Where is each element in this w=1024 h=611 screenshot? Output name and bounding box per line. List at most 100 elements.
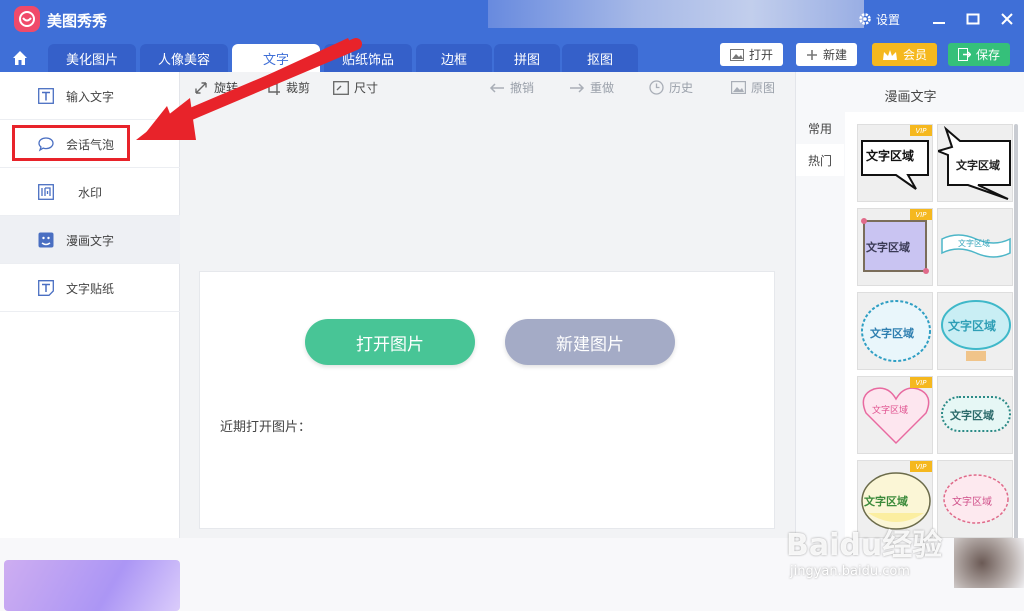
original-button[interactable]: 原图 bbox=[731, 79, 775, 96]
sticker-item[interactable]: 文字区域 bbox=[937, 124, 1013, 202]
maximize-button[interactable] bbox=[956, 0, 990, 38]
sticker-text: 文字区域 bbox=[864, 495, 908, 508]
sticker-text: 文字区域 bbox=[950, 409, 994, 422]
tab-portrait[interactable]: 人像美容 bbox=[140, 44, 228, 72]
new-image-button[interactable]: 新建图片 bbox=[505, 319, 675, 365]
baidu-watermark: Baidu经验 jingyan.baidu.com bbox=[786, 520, 942, 579]
sidebar-item-label: 水印 bbox=[78, 186, 103, 200]
sticker-item[interactable]: 文字区域 bbox=[857, 292, 933, 370]
history-label: 历史 bbox=[669, 81, 694, 95]
image-icon bbox=[731, 81, 746, 94]
title-bar: 美图秀秀 设置 bbox=[0, 0, 1024, 38]
blurred-thumbnail bbox=[954, 538, 1024, 588]
history-button[interactable]: 历史 bbox=[649, 79, 693, 96]
sticker-text: 文字区域 bbox=[948, 319, 997, 333]
clock-icon bbox=[649, 80, 664, 95]
minimize-icon bbox=[933, 22, 945, 24]
watermark-sub: jingyan.baidu.com bbox=[790, 564, 910, 579]
undo-button[interactable]: 撤销 bbox=[489, 79, 534, 96]
close-icon bbox=[1001, 13, 1013, 25]
app-logo-icon bbox=[14, 6, 40, 32]
text-sticker-icon bbox=[38, 280, 54, 296]
comic-text-panel: 漫画文字 常用 热门 VIP 文字区域 文字区域 VIP 文字区域 文字区域 文… bbox=[795, 72, 1024, 544]
open-image-button[interactable]: 打开图片 bbox=[305, 319, 475, 365]
home-button[interactable] bbox=[8, 46, 32, 70]
open-label: 打开 bbox=[749, 48, 774, 62]
crop-button[interactable]: 裁剪 bbox=[265, 79, 310, 96]
sticker-item[interactable]: 文字区域 bbox=[937, 292, 1013, 370]
redo-button[interactable]: 重做 bbox=[569, 79, 614, 96]
watermark-icon bbox=[38, 184, 54, 200]
sticker-item[interactable]: VIP 文字区域 bbox=[857, 376, 933, 454]
redo-label: 重做 bbox=[590, 81, 615, 95]
tab-hot[interactable]: 热门 bbox=[796, 144, 844, 176]
sticker-grid: VIP 文字区域 文字区域 VIP 文字区域 文字区域 文字区域 文字区域 VI… bbox=[845, 112, 1024, 538]
minimize-button[interactable] bbox=[922, 0, 956, 38]
rotate-icon bbox=[195, 81, 207, 94]
save-label: 保存 bbox=[976, 48, 1001, 62]
undo-label: 撤销 bbox=[510, 81, 535, 95]
image-icon bbox=[730, 48, 744, 61]
gear-icon bbox=[859, 13, 871, 25]
save-button[interactable]: 保存 bbox=[948, 43, 1011, 66]
sticker-item[interactable]: VIP 文字区域 bbox=[857, 124, 933, 202]
sidebar-item-label: 输入文字 bbox=[66, 90, 115, 104]
sticker-text: 文字区域 bbox=[952, 497, 992, 508]
tab-text[interactable]: 文字 bbox=[232, 44, 320, 72]
edit-toolbar: 旋转 裁剪 尺寸 撤销 重做 历史 原图 bbox=[181, 72, 795, 102]
tab-common[interactable]: 常用 bbox=[796, 112, 844, 144]
new-label: 新建 bbox=[823, 48, 848, 62]
panel-scrollbar[interactable] bbox=[1014, 124, 1018, 544]
crop-icon bbox=[266, 80, 280, 95]
settings-label: 设置 bbox=[875, 12, 900, 27]
blurred-banner bbox=[4, 560, 180, 611]
sidebar-item-watermark[interactable]: 水印 bbox=[0, 168, 180, 216]
vip-badge: VIP bbox=[910, 377, 932, 388]
close-button[interactable] bbox=[990, 0, 1024, 38]
tab-beautify[interactable]: 美化图片 bbox=[48, 44, 136, 72]
sidebar-item-input-text[interactable]: 输入文字 bbox=[0, 72, 180, 120]
sticker-text: 文字区域 bbox=[870, 327, 914, 340]
arrow-left-icon bbox=[489, 82, 504, 93]
sticker-item[interactable]: 文字区域 bbox=[937, 208, 1013, 286]
tab-stickers[interactable]: 贴纸饰品 bbox=[324, 44, 412, 72]
maximize-icon bbox=[966, 13, 980, 25]
rotate-button[interactable]: 旋转 bbox=[193, 79, 238, 96]
vip-button[interactable]: 会员 bbox=[872, 43, 938, 66]
sticker-text: 文字区域 bbox=[872, 406, 909, 416]
recent-images-label: 近期打开图片： bbox=[220, 420, 312, 435]
vip-badge: VIP bbox=[910, 125, 932, 136]
plus-icon bbox=[807, 49, 817, 60]
comic-text-icon bbox=[38, 232, 54, 248]
export-icon bbox=[958, 48, 971, 61]
sticker-item[interactable]: 文字区域 bbox=[937, 376, 1013, 454]
text-t-icon bbox=[38, 88, 54, 104]
sidebar-item-text-sticker[interactable]: 文字贴纸 bbox=[0, 264, 180, 312]
vip-badge: VIP bbox=[910, 461, 932, 472]
watermark-main: Baidu经验 bbox=[786, 528, 943, 563]
sticker-text: 文字区域 bbox=[958, 239, 990, 248]
settings-button[interactable]: 设置 bbox=[858, 11, 900, 28]
sidebar-item-label: 漫画文字 bbox=[66, 234, 115, 248]
blurred-region bbox=[488, 0, 864, 28]
highlight-frame bbox=[12, 125, 130, 161]
arrow-right-icon bbox=[570, 82, 585, 93]
rotate-label: 旋转 bbox=[214, 81, 239, 95]
new-button[interactable]: 新建 bbox=[796, 43, 858, 66]
original-label: 原图 bbox=[751, 81, 776, 95]
sticker-item[interactable]: 文字区域 bbox=[937, 460, 1013, 538]
resize-icon bbox=[333, 80, 349, 95]
size-button[interactable]: 尺寸 bbox=[333, 79, 378, 96]
tab-frame[interactable]: 边框 bbox=[416, 44, 492, 72]
sticker-item[interactable]: VIP 文字区域 bbox=[857, 208, 933, 286]
start-panel: 打开图片 新建图片 近期打开图片： bbox=[199, 271, 775, 529]
tab-cutout[interactable]: 抠图 bbox=[562, 44, 638, 72]
app-title: 美图秀秀 bbox=[47, 12, 108, 30]
crown-icon bbox=[883, 49, 897, 60]
tab-collage[interactable]: 拼图 bbox=[494, 44, 560, 72]
panel-title: 漫画文字 bbox=[884, 90, 937, 105]
sidebar-item-comic-text[interactable]: 漫画文字 bbox=[0, 216, 180, 264]
open-button[interactable]: 打开 bbox=[720, 43, 784, 66]
vip-badge: VIP bbox=[910, 209, 932, 220]
home-icon bbox=[13, 51, 27, 65]
